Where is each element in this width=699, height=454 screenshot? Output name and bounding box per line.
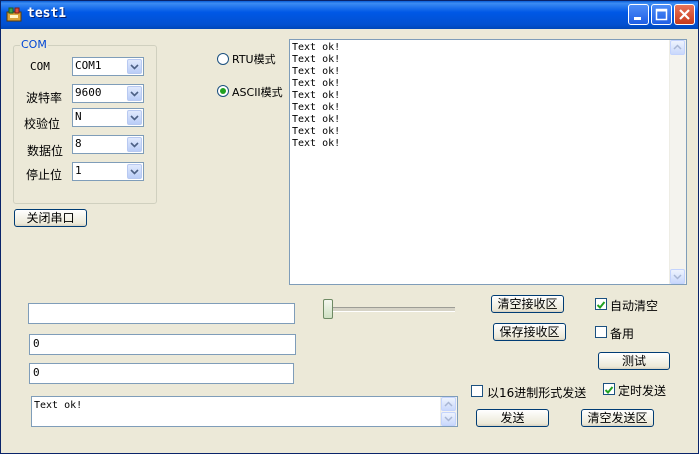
chevron-down-icon[interactable]	[127, 164, 142, 179]
close-icon	[679, 9, 690, 20]
timed-send-checkbox[interactable]	[603, 383, 615, 395]
stop-bits-select[interactable]: 1	[72, 162, 144, 181]
receive-line: Text ok!	[292, 114, 341, 125]
receive-lines: Text ok! Text ok! Text ok! Text ok! Text…	[292, 42, 340, 150]
receive-line: Text ok!	[292, 90, 341, 101]
close-port-button[interactable]: 关闭串口	[14, 209, 87, 227]
baud-rate-label: 波特率	[26, 91, 63, 105]
slider-thumb[interactable]	[323, 299, 333, 319]
receive-line: Text ok!	[292, 138, 341, 149]
spare-checkbox[interactable]	[595, 326, 607, 338]
test-button[interactable]: 测试	[598, 352, 670, 370]
clear-send-button[interactable]: 清空发送区	[581, 409, 654, 427]
title-bar[interactable]: test1	[1, 1, 698, 29]
receive-line: Text ok!	[292, 78, 341, 89]
send-scrollbar[interactable]	[440, 397, 457, 426]
chevron-down-icon[interactable]	[127, 59, 142, 74]
data-bits-select[interactable]: 8	[72, 135, 144, 154]
close-window-button[interactable]	[674, 4, 695, 25]
data-bits-label: 数据位	[27, 144, 64, 158]
send-button[interactable]: 发送	[476, 409, 549, 427]
clear-receive-button[interactable]: 清空接收区	[491, 295, 564, 313]
data-bits-value: 8	[75, 137, 82, 150]
input-field-3[interactable]: 0	[29, 363, 294, 384]
input-field-1[interactable]	[28, 303, 295, 324]
receive-line: Text ok!	[292, 42, 341, 53]
baud-rate-select[interactable]: 9600	[72, 84, 144, 103]
receive-line: Text ok!	[292, 66, 341, 77]
window-title: test1	[27, 6, 67, 21]
com-group-title: COM	[20, 38, 48, 51]
scroll-up-icon[interactable]	[670, 40, 685, 55]
chevron-down-icon[interactable]	[127, 110, 142, 125]
auto-clear-label[interactable]: 自动清空	[610, 297, 658, 314]
auto-clear-checkbox[interactable]	[595, 298, 607, 310]
com-value: COM1	[75, 59, 102, 72]
rtu-mode-radio[interactable]	[217, 53, 229, 65]
minimize-icon	[634, 17, 641, 20]
main-window: test1 COM COM COM1 波特率 9600 校验位 N 数据位 8 …	[0, 0, 699, 454]
send-text: Text ok!	[34, 400, 83, 411]
hex-send-label[interactable]: 以16进制形式发送	[487, 384, 586, 401]
receive-textarea[interactable]: Text ok! Text ok! Text ok! Text ok! Text…	[289, 39, 687, 285]
save-receive-button[interactable]: 保存接收区	[493, 323, 566, 341]
parity-label: 校验位	[24, 117, 61, 131]
receive-line: Text ok!	[292, 102, 341, 113]
chevron-down-icon[interactable]	[127, 137, 142, 152]
ascii-mode-radio[interactable]	[217, 85, 229, 97]
radio-selected-dot	[220, 88, 226, 94]
maximize-icon	[655, 8, 668, 21]
slider-track[interactable]	[323, 307, 455, 312]
rtu-mode-label[interactable]: RTU模式	[232, 51, 276, 67]
parity-select[interactable]: N	[72, 108, 144, 127]
baud-rate-value: 9600	[75, 86, 102, 99]
scroll-up-icon[interactable]	[441, 397, 456, 411]
input-field-2[interactable]: 0	[29, 334, 296, 355]
scroll-down-icon[interactable]	[441, 412, 456, 426]
timed-send-label[interactable]: 定时发送	[618, 382, 666, 399]
scroll-down-icon[interactable]	[670, 269, 685, 284]
stop-bits-value: 1	[75, 164, 82, 177]
spare-label[interactable]: 备用	[610, 325, 634, 342]
send-textarea[interactable]: Text ok!	[31, 396, 458, 427]
stop-bits-label: 停止位	[26, 168, 63, 182]
check-icon	[596, 301, 606, 309]
com-label: COM	[30, 60, 50, 73]
maximize-button[interactable]	[651, 4, 672, 25]
receive-line: Text ok!	[292, 54, 341, 65]
com-select[interactable]: COM1	[72, 57, 144, 76]
receive-scrollbar[interactable]	[669, 40, 686, 284]
receive-line: Text ok!	[292, 126, 341, 137]
minimize-button[interactable]	[628, 4, 649, 25]
check-icon	[604, 386, 614, 394]
parity-value: N	[75, 110, 82, 123]
chevron-down-icon[interactable]	[127, 86, 142, 101]
ascii-mode-label[interactable]: ASCII模式	[232, 84, 283, 100]
hex-send-checkbox[interactable]	[471, 385, 483, 397]
app-icon	[6, 7, 22, 22]
